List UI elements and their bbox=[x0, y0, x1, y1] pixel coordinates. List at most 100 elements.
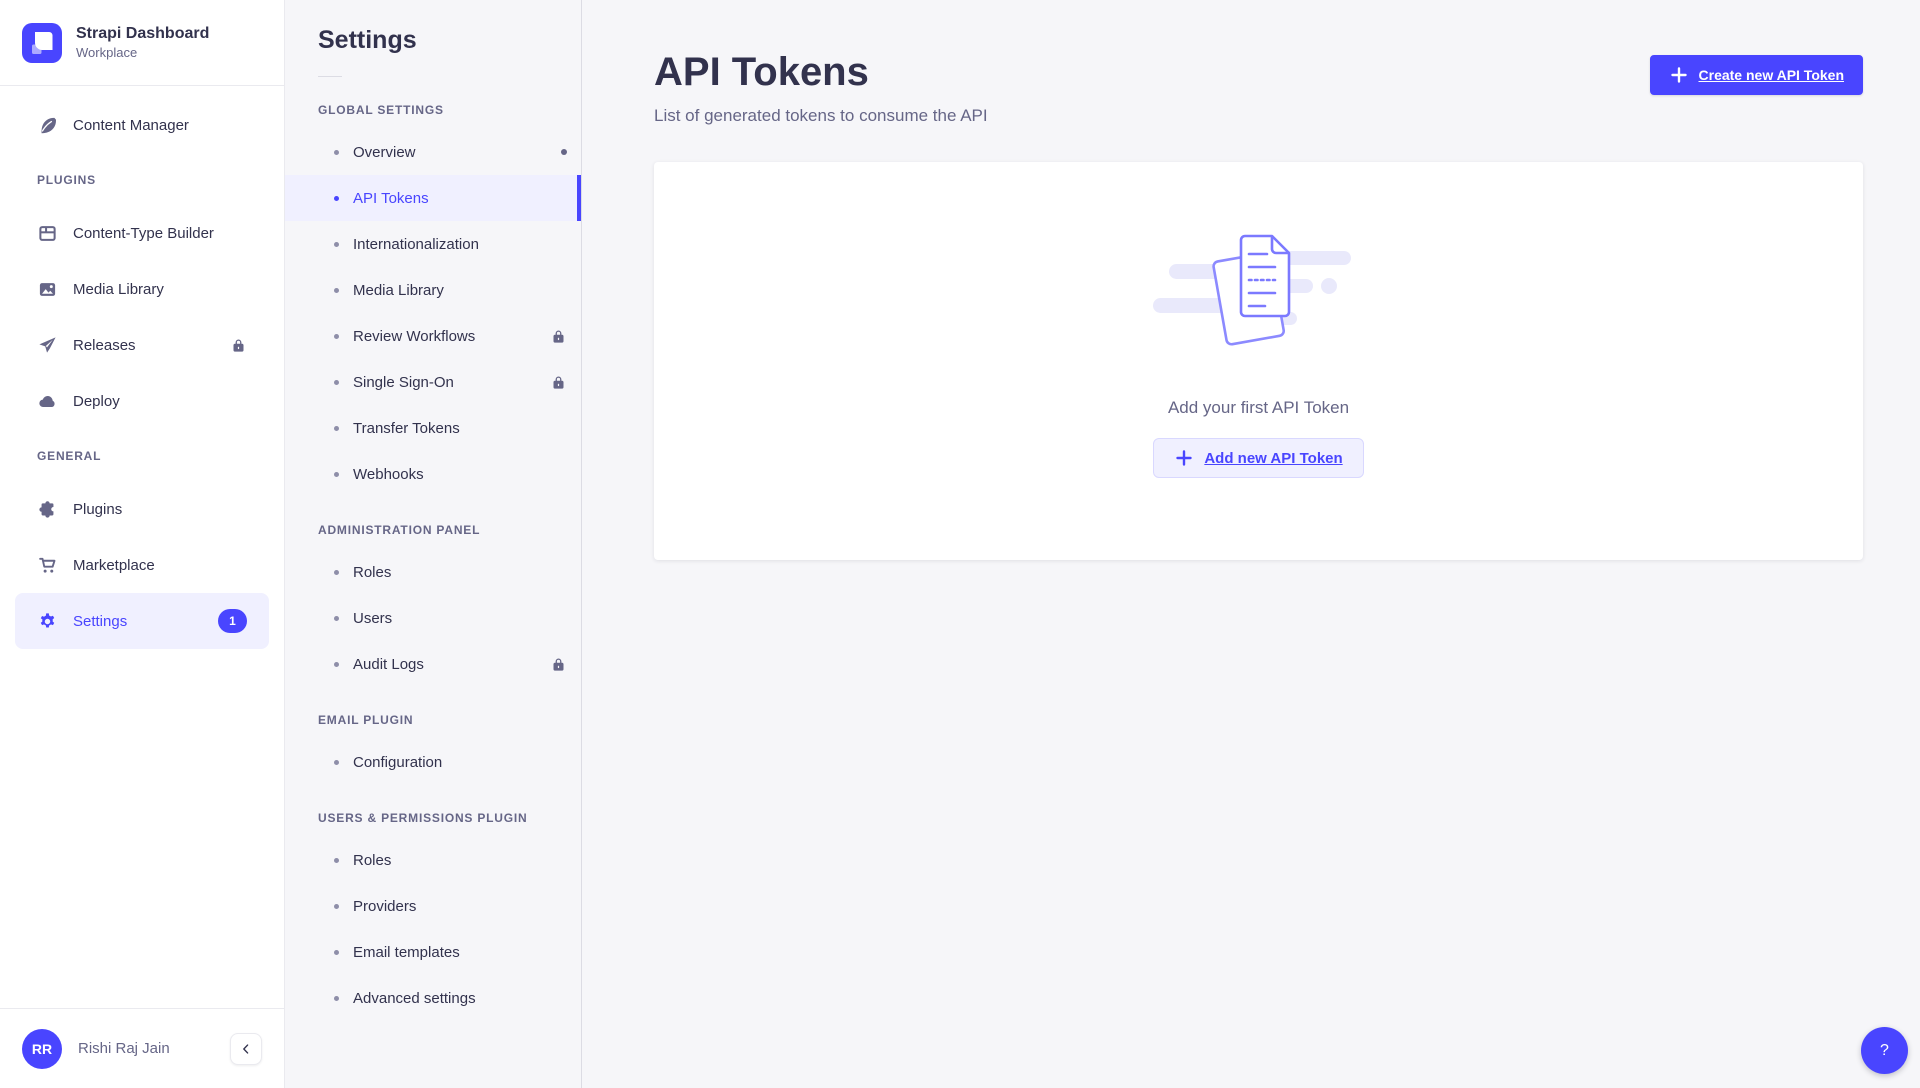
subnav-title: Settings bbox=[285, 26, 581, 55]
bullet-icon bbox=[334, 472, 339, 477]
subnav-item-label: Review Workflows bbox=[353, 328, 475, 345]
subnav-item-email-templates[interactable]: Email templates bbox=[285, 929, 581, 975]
strapi-logo-icon bbox=[22, 23, 62, 63]
nav-item-label: Plugins bbox=[73, 501, 247, 518]
nav-item-deploy[interactable]: Deploy bbox=[15, 373, 269, 429]
bullet-icon bbox=[334, 380, 339, 385]
page-subtitle: List of generated tokens to consume the … bbox=[654, 106, 1863, 126]
create-new-api-token-button[interactable]: Create new API Token bbox=[1650, 55, 1863, 95]
nav-section-plugins: PLUGINS bbox=[0, 173, 284, 187]
workspace-title: Strapi Dashboard bbox=[76, 25, 209, 43]
subnav-item-label: Email templates bbox=[353, 944, 460, 961]
main-nav-list: Content Manager PLUGINS Content-Type Bui… bbox=[0, 86, 284, 649]
add-button-label: Add new API Token bbox=[1204, 450, 1342, 467]
settings-icon bbox=[37, 611, 57, 631]
nav-item-settings[interactable]: Settings 1 bbox=[15, 593, 269, 649]
marketplace-icon bbox=[37, 555, 57, 575]
bullet-icon bbox=[334, 616, 339, 621]
subnav-item-label: Audit Logs bbox=[353, 656, 424, 673]
nav-item-marketplace[interactable]: Marketplace bbox=[15, 537, 269, 593]
strapi-dashboard-app: Strapi Dashboard Workplace Content Manag… bbox=[0, 0, 1920, 1088]
nav-item-content-type-builder[interactable]: Content-Type Builder bbox=[15, 205, 269, 261]
divider bbox=[318, 76, 342, 77]
subnav-item-api-tokens[interactable]: API Tokens bbox=[285, 175, 581, 221]
subnav-item-label: Single Sign-On bbox=[353, 374, 454, 391]
subnav-item-internationalization[interactable]: Internationalization bbox=[285, 221, 581, 267]
releases-icon bbox=[37, 335, 57, 355]
subnav-item-advanced-settings[interactable]: Advanced settings bbox=[285, 975, 581, 1021]
subnav-item-webhooks[interactable]: Webhooks bbox=[285, 451, 581, 497]
nav-item-label: Media Library bbox=[73, 281, 247, 298]
bullet-icon bbox=[334, 288, 339, 293]
chevron-left-icon bbox=[239, 1042, 253, 1056]
user-avatar: RR bbox=[22, 1029, 62, 1069]
help-button[interactable]: ? bbox=[1861, 1027, 1908, 1074]
bullet-icon bbox=[334, 904, 339, 909]
plus-icon bbox=[1669, 65, 1689, 85]
lock-icon bbox=[550, 656, 567, 673]
subnav-item-transfer-tokens[interactable]: Transfer Tokens bbox=[285, 405, 581, 451]
subnav-section-email-plugin: EMAIL PLUGIN bbox=[285, 713, 581, 727]
subnav-item-media-library[interactable]: Media Library bbox=[285, 267, 581, 313]
subnav-item-label: Roles bbox=[353, 564, 391, 581]
bullet-icon bbox=[334, 950, 339, 955]
add-new-api-token-button[interactable]: Add new API Token bbox=[1153, 438, 1363, 478]
lock-icon bbox=[230, 337, 247, 354]
bullet-icon bbox=[334, 570, 339, 575]
subnav-item-label: Advanced settings bbox=[353, 990, 476, 1007]
subnav-section-administration-panel: ADMINISTRATION PANEL bbox=[285, 523, 581, 537]
nav-item-label: Settings bbox=[73, 613, 202, 630]
subnav-item-label: Media Library bbox=[353, 282, 444, 299]
subnav-item-overview[interactable]: Overview bbox=[285, 129, 581, 175]
workspace-subtitle: Workplace bbox=[76, 45, 209, 60]
settings-sub-sidebar: Settings GLOBAL SETTINGS Overview API To… bbox=[285, 0, 582, 1088]
nav-item-label: Content Manager bbox=[73, 117, 247, 134]
subnav-item-roles-admin[interactable]: Roles bbox=[285, 549, 581, 595]
create-button-label: Create new API Token bbox=[1699, 67, 1844, 83]
subnav-item-configuration[interactable]: Configuration bbox=[285, 739, 581, 785]
media-library-icon bbox=[37, 279, 57, 299]
nav-item-label: Deploy bbox=[73, 393, 247, 410]
bullet-icon bbox=[334, 196, 339, 201]
user-name: Rishi Raj Jain bbox=[78, 1040, 214, 1057]
subnav-item-label: Roles bbox=[353, 852, 391, 869]
content-manager-icon bbox=[37, 115, 57, 135]
subnav-item-label: Users bbox=[353, 610, 392, 627]
plus-icon bbox=[1174, 448, 1194, 468]
subnav-item-review-workflows[interactable]: Review Workflows bbox=[285, 313, 581, 359]
nav-item-label: Releases bbox=[73, 337, 214, 354]
deploy-icon bbox=[37, 391, 57, 411]
main-content: API Tokens List of generated tokens to c… bbox=[582, 0, 1920, 1088]
nav-item-releases[interactable]: Releases bbox=[15, 317, 269, 373]
subnav-item-roles-up[interactable]: Roles bbox=[285, 837, 581, 883]
nav-item-content-manager[interactable]: Content Manager bbox=[15, 97, 269, 153]
nav-section-general: GENERAL bbox=[0, 449, 284, 463]
subnav-item-users[interactable]: Users bbox=[285, 595, 581, 641]
subnav-item-label: Overview bbox=[353, 144, 416, 161]
nav-item-media-library[interactable]: Media Library bbox=[15, 261, 269, 317]
workspace-brand[interactable]: Strapi Dashboard Workplace bbox=[0, 0, 284, 86]
bullet-icon bbox=[334, 334, 339, 339]
empty-state-message: Add your first API Token bbox=[1168, 398, 1349, 418]
api-tokens-empty-card: Add your first API Token Add new API Tok… bbox=[654, 162, 1863, 560]
subnav-item-audit-logs[interactable]: Audit Logs bbox=[285, 641, 581, 687]
content-type-builder-icon bbox=[37, 223, 57, 243]
subnav-section-global-settings: GLOBAL SETTINGS bbox=[285, 103, 581, 117]
lock-icon bbox=[550, 374, 567, 391]
bullet-icon bbox=[334, 760, 339, 765]
bullet-icon bbox=[334, 662, 339, 667]
lock-icon bbox=[550, 328, 567, 345]
subnav-item-providers[interactable]: Providers bbox=[285, 883, 581, 929]
subnav-item-label: API Tokens bbox=[353, 190, 429, 207]
collapse-sidebar-button[interactable] bbox=[230, 1033, 262, 1065]
bullet-icon bbox=[334, 858, 339, 863]
subnav-item-single-sign-on[interactable]: Single Sign-On bbox=[285, 359, 581, 405]
bullet-icon bbox=[334, 242, 339, 247]
subnav-item-label: Internationalization bbox=[353, 236, 479, 253]
nav-item-label: Content-Type Builder bbox=[73, 225, 247, 242]
subnav-item-label: Configuration bbox=[353, 754, 442, 771]
user-footer: RR Rishi Raj Jain bbox=[0, 1008, 284, 1088]
nav-item-label: Marketplace bbox=[73, 557, 247, 574]
nav-item-plugins[interactable]: Plugins bbox=[15, 481, 269, 537]
notification-dot-icon bbox=[561, 149, 567, 155]
